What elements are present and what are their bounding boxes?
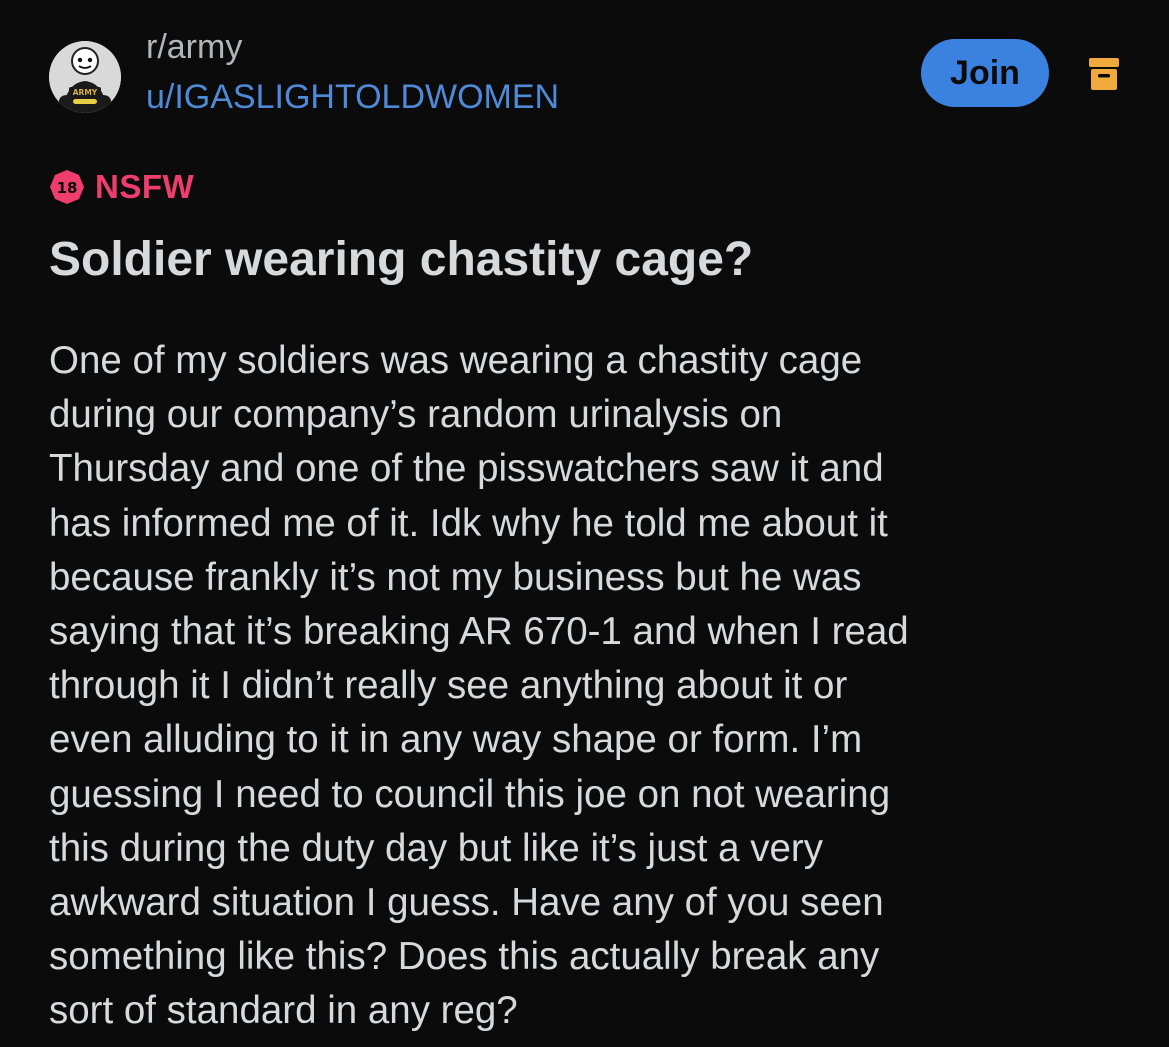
- author-username-link[interactable]: u/IGASLIGHTOLDWOMEN: [146, 78, 559, 117]
- community-avatar-icon[interactable]: ARMY: [49, 41, 121, 113]
- post-body-line: even alluding to it in any way shape or …: [49, 718, 863, 762]
- age-badge-text: 18: [57, 179, 78, 197]
- age-18-badge-icon: 18: [49, 169, 85, 205]
- post-body-line: saying that it’s breaking AR 670-1 and w…: [49, 610, 909, 654]
- avatar-army-text: ARMY: [73, 88, 98, 97]
- nsfw-tag: 18 NSFW: [49, 167, 194, 207]
- post-body-line: this during the duty day but like it’s j…: [49, 826, 823, 870]
- community-name-link[interactable]: r/army: [146, 28, 242, 67]
- post-title[interactable]: Soldier wearing chastity cage?: [49, 232, 753, 287]
- post-body-line: awkward situation I guess. Have any of y…: [49, 881, 884, 925]
- post-body-line: something like this? Does this actually …: [49, 935, 880, 979]
- nsfw-label: NSFW: [95, 168, 195, 205]
- post-header: ARMY r/army u/IGASLIGHTOLDWOMEN Join: [0, 0, 1169, 140]
- post-body-line: through it I didn’t really see anything …: [49, 664, 848, 708]
- post-body: One of my soldiers was wearing a chastit…: [49, 334, 1129, 1039]
- post-body-line: One of my soldiers was wearing a chastit…: [49, 339, 863, 382]
- post-body-line: sort of standard in any reg?: [49, 989, 518, 1033]
- post-body-line: guessing I need to council this joe on n…: [49, 772, 891, 816]
- archive-box-icon[interactable]: [1088, 57, 1120, 91]
- post-body-line: Thursday and one of the pisswatchers saw…: [49, 447, 884, 491]
- post-body-line: because frankly it’s not my business but…: [49, 555, 862, 599]
- post-body-line: has informed me of it. Idk why he told m…: [49, 501, 888, 545]
- join-button[interactable]: Join: [921, 39, 1049, 107]
- post-body-line: during our company’s random urinalysis o…: [49, 393, 783, 437]
